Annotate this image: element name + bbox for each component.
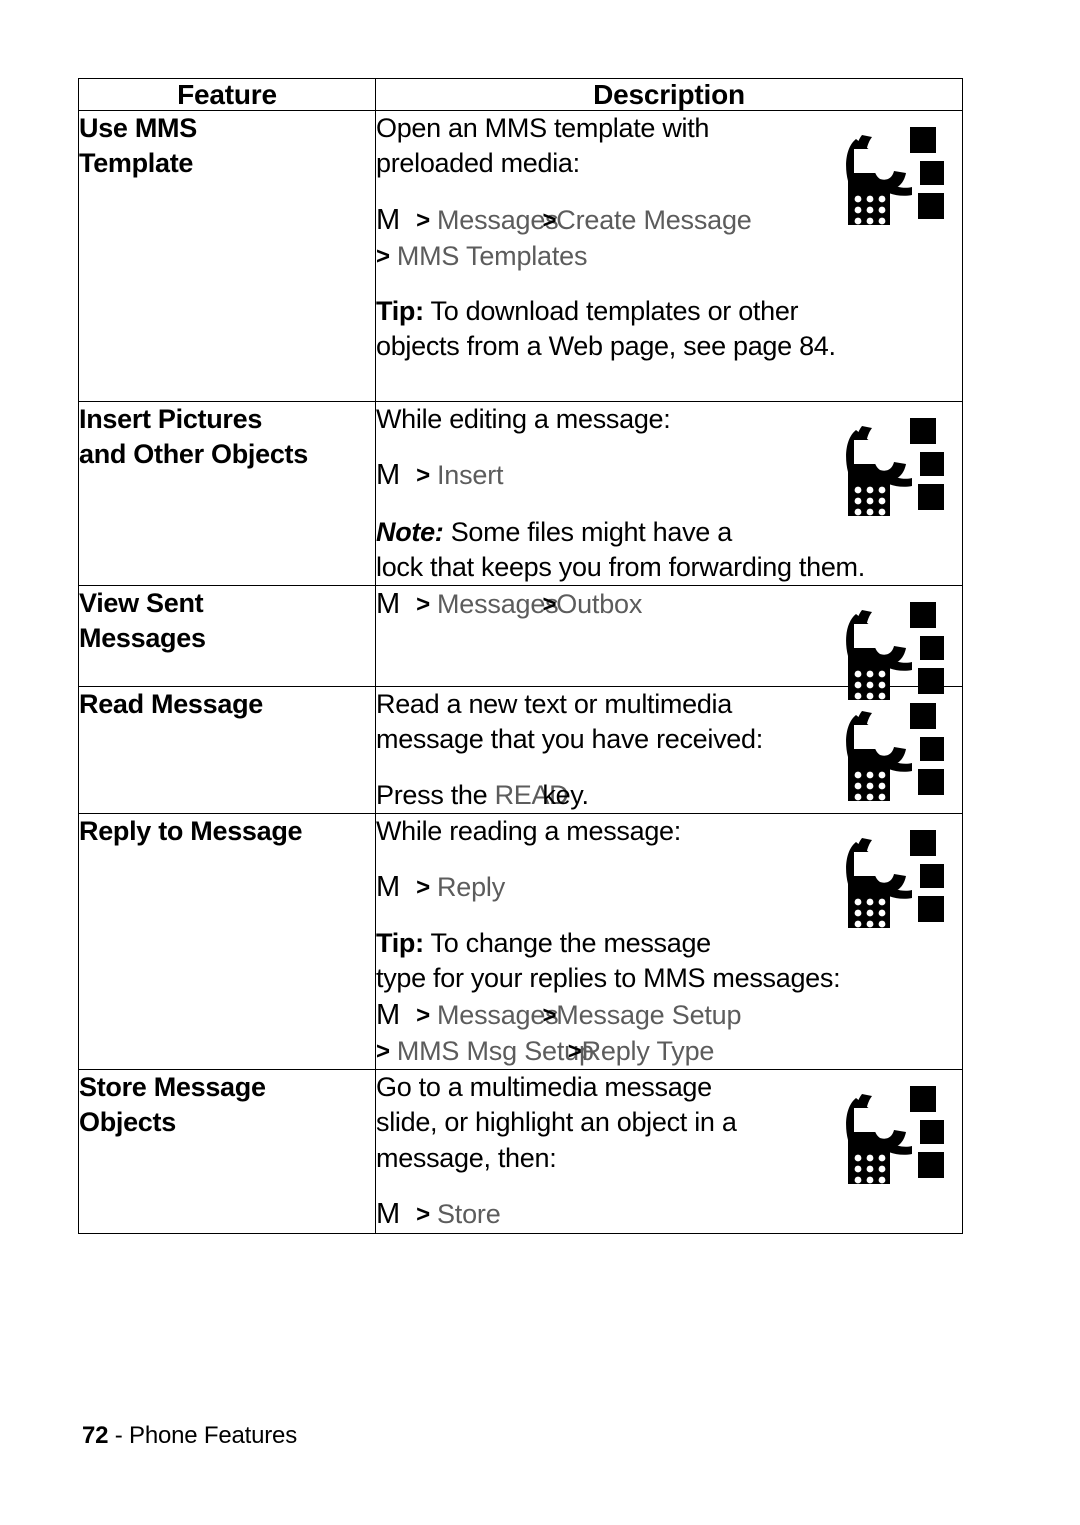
table-row: Use MMS Template Open an MMS template wi… — [78, 110, 963, 403]
feature-label-line: Reply to Message — [79, 815, 303, 846]
chevron-icon: > — [416, 1200, 430, 1228]
menu-key-icon: M — [376, 870, 401, 903]
menu-path-line: > MMS Templates — [376, 239, 962, 274]
page-number: 72 — [82, 1422, 109, 1449]
feature-label-line: Template — [79, 147, 194, 178]
feature-label-line: View Sent — [79, 588, 204, 619]
menu-path-segment: Reply Type — [581, 1036, 715, 1067]
table-row: Reply to Message While reading a message… — [78, 812, 963, 1071]
menu-path-segment: Reply — [437, 871, 506, 902]
table-row: View Sent Messages M > Messages>Outbox — [78, 585, 963, 701]
tip-text: To change the message — [423, 928, 712, 959]
column-header-description: Description — [375, 77, 963, 112]
menu-path-segment: Insert — [437, 460, 504, 491]
feature-label-line: Messages — [79, 622, 206, 653]
tip-line: objects from a Web page, see page 84. — [376, 331, 836, 362]
feature-name-cell: Insert Pictures and Other Objects — [78, 401, 376, 587]
page-footer: 72 - Phone Features — [82, 1422, 297, 1450]
table-row: Insert Pictures and Other Objects While … — [78, 401, 963, 587]
feature-label-line: Store Message — [79, 1072, 266, 1103]
feature-label-line: and Other Objects — [79, 438, 308, 469]
chevron-icon: > — [376, 1038, 390, 1066]
menu-path-segment: Message Setup — [556, 999, 742, 1030]
menu-path-segment: MMS Templates — [396, 241, 588, 272]
menu-path-segment: MMS Msg Setup — [396, 1036, 594, 1067]
chevron-icon: > — [416, 1001, 430, 1029]
tip-block: Tip: To download templates or other obje… — [376, 294, 962, 364]
document-page: Feature Description Use MMS Template Ope… — [0, 0, 1080, 1525]
keypress-prefix: Press the — [376, 779, 495, 810]
feature-label-line: Use MMS — [79, 113, 197, 144]
feature-name-cell: Reply to Message — [78, 812, 376, 1071]
chevron-icon: > — [416, 206, 430, 234]
tip-label: Tip: — [376, 928, 424, 959]
mms-phone-icon — [832, 828, 952, 932]
menu-path-line: M > Store — [376, 1196, 962, 1234]
note-label: Note: — [376, 517, 444, 548]
feature-name-cell: Read Message — [78, 686, 376, 814]
mms-phone-icon — [832, 125, 952, 229]
menu-key-icon: M — [376, 459, 401, 492]
menu-path-segment: Outbox — [556, 589, 643, 620]
chevron-icon: > — [376, 243, 390, 271]
note-block: Note: Some files might have a lock that … — [376, 515, 962, 585]
mms-phone-icon — [832, 600, 952, 704]
tip-line: Tip: To change the message — [376, 926, 962, 961]
description-cell: While editing a message: M > Insert Note: … — [375, 401, 963, 587]
feature-description-table: Feature Description Use MMS Template Ope… — [78, 77, 963, 1235]
mms-phone-icon — [832, 1084, 952, 1188]
tip-block: Tip: To change the message type for your… — [376, 926, 962, 1069]
menu-key-icon: M — [376, 1197, 401, 1230]
menu-path-segment: Messages — [437, 204, 559, 235]
menu-path-segment: Create Message — [556, 204, 752, 235]
chevron-icon: > — [416, 591, 430, 619]
menu-path-line: > MMS Msg Setup>Reply Type — [376, 1034, 962, 1069]
chevron-icon: > — [567, 1038, 582, 1066]
menu-path-segment: Store — [437, 1198, 501, 1229]
chevron-icon: > — [416, 462, 430, 490]
menu-path-block: M > Store — [376, 1196, 962, 1234]
description-cell: M > Messages>Outbox — [375, 585, 963, 701]
note-text: Some files might have a — [443, 517, 733, 548]
chevron-icon: > — [542, 591, 557, 619]
menu-key-icon: M — [376, 203, 401, 236]
description-cell: Open an MMS template with preloaded medi… — [375, 110, 963, 403]
menu-path-line: M > Messages>Message Setup — [376, 997, 962, 1035]
chevron-icon: > — [542, 206, 557, 234]
table-row: Store Message Objects Go to a multimedia… — [78, 1069, 963, 1235]
keypress-suffix: key. — [542, 779, 589, 810]
footer-separator: - — [114, 1422, 123, 1449]
description-cell: Read a new text or multimedia message th… — [375, 686, 963, 814]
note-line: lock that keeps you from forwarding them… — [376, 552, 865, 583]
description-cell: Go to a multimedia message slide, or hig… — [375, 1069, 963, 1235]
menu-path-segment: Messages — [437, 999, 559, 1030]
feature-label-line: Objects — [79, 1106, 176, 1137]
feature-label-line: Read Message — [79, 689, 263, 720]
menu-key-icon: M — [376, 998, 401, 1031]
chevron-icon: > — [416, 873, 430, 901]
tip-text: To download templates or other — [423, 296, 799, 327]
table-row: Read Message Read a new text or multimed… — [78, 686, 963, 814]
feature-name-cell: Use MMS Template — [78, 110, 376, 403]
mms-phone-icon — [832, 701, 952, 805]
feature-label-line: Insert Pictures — [79, 404, 263, 435]
feature-name-cell: Store Message Objects — [78, 1069, 376, 1235]
chevron-icon: > — [542, 1001, 557, 1029]
tip-line: Tip: To download templates or other — [376, 294, 962, 329]
column-header-feature: Feature — [78, 77, 376, 112]
tip-line: type for your replies to MMS messages: — [376, 963, 841, 994]
table-header-row: Feature Description — [78, 77, 963, 112]
tip-label: Tip: — [376, 296, 424, 327]
menu-key-icon: M — [376, 588, 401, 621]
note-line: Note: Some files might have a — [376, 515, 962, 550]
description-cell: While reading a message: M > Reply Tip: To… — [375, 812, 963, 1071]
feature-name-cell: View Sent Messages — [78, 585, 376, 688]
mms-phone-icon — [832, 416, 952, 520]
menu-path-segment: Messages — [437, 589, 559, 620]
footer-section-label: Phone Features — [129, 1422, 298, 1449]
